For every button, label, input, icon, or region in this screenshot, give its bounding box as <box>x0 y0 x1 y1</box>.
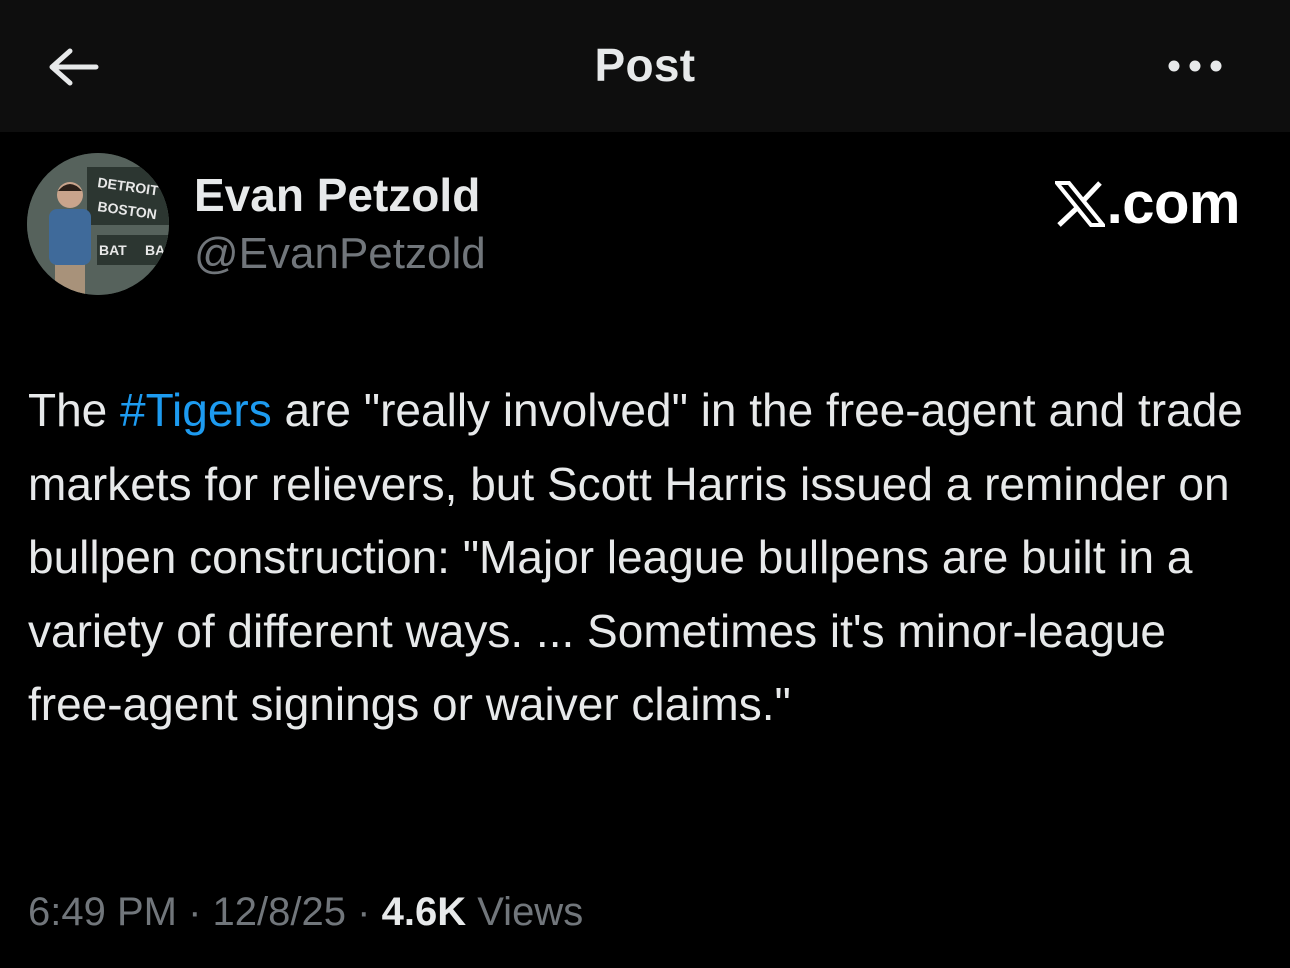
meta-separator: · <box>357 890 371 934</box>
avatar[interactable]: DETROIT BOSTON BAT BA <box>27 153 169 295</box>
author-name[interactable]: Evan Petzold <box>194 168 480 222</box>
hashtag-link[interactable]: #Tigers <box>120 384 272 436</box>
page-title: Post <box>594 39 696 91</box>
views-count: 4.6K <box>381 890 467 934</box>
meta-separator: · <box>188 890 202 934</box>
brand-suffix: .com <box>1106 171 1241 236</box>
post-body: The #Tigers are "really involved" in the… <box>28 374 1253 742</box>
author-handle[interactable]: @EvanPetzold <box>194 229 486 279</box>
avatar-scoreboard-line4: BA <box>145 242 165 258</box>
post-date[interactable]: 12/8/25 <box>213 890 346 934</box>
post-metadata: 6:49 PM · 12/8/25 · 4.6K Views <box>28 890 583 935</box>
more-horizontal-icon <box>1168 60 1222 72</box>
brand-watermark: .com <box>1054 170 1241 237</box>
top-app-bar: Post <box>0 0 1290 132</box>
avatar-image: DETROIT BOSTON BAT BA <box>27 153 169 295</box>
more-options-button[interactable] <box>1160 44 1230 88</box>
x-logo-icon <box>1054 180 1105 227</box>
post-text-before: The <box>28 384 121 436</box>
avatar-scoreboard-line3: BAT <box>99 242 127 258</box>
post-time[interactable]: 6:49 PM <box>28 890 177 934</box>
views-label: Views <box>477 890 584 934</box>
